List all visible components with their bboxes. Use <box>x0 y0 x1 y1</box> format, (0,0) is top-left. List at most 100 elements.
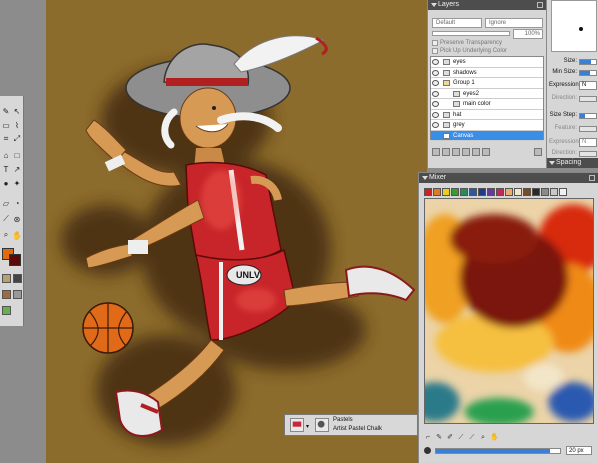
expression2-select[interactable]: N <box>579 138 597 147</box>
chevron-down-icon[interactable]: ▾ <box>306 423 309 430</box>
opacity-field[interactable]: 100% <box>513 29 543 39</box>
eye-icon[interactable] <box>432 122 439 128</box>
panel-close-icon[interactable] <box>589 175 595 181</box>
color-swatch[interactable] <box>442 188 450 196</box>
depth-method-select[interactable]: Ignore <box>485 18 543 28</box>
color-swatch[interactable] <box>496 188 504 196</box>
new-group-icon[interactable] <box>452 148 460 156</box>
direction2-slider[interactable] <box>579 151 597 157</box>
text-icon[interactable]: T <box>1 164 11 174</box>
magnifier-icon[interactable]: ⌕ <box>1 230 11 240</box>
eye-icon[interactable] <box>432 69 439 76</box>
delete-layer-icon[interactable] <box>534 148 542 156</box>
size-slider[interactable] <box>579 59 597 65</box>
pen-icon[interactable]: ⌂ <box>1 150 11 160</box>
layer-row-canvas[interactable]: Canvas <box>431 130 543 141</box>
layer-row-group-1[interactable]: Group 1 <box>431 78 543 89</box>
expand-triangle-icon[interactable] <box>549 161 555 165</box>
min-size-slider[interactable] <box>579 70 597 76</box>
color-swatch[interactable] <box>514 188 522 196</box>
pattern-selector-icon[interactable] <box>2 290 11 299</box>
color-swatch[interactable] <box>550 188 558 196</box>
preserve-transparency-option[interactable]: Preserve Transparency <box>432 40 502 46</box>
layers-title-bar[interactable]: Layers <box>428 0 546 10</box>
color-swatch[interactable] <box>532 188 540 196</box>
dropper-icon[interactable]: ⟋ <box>1 214 11 224</box>
expression-select[interactable]: N <box>579 81 597 90</box>
brush-selector-bar[interactable]: ▾ Pastels Artist Pastel Chalk <box>284 414 418 436</box>
layer-row-eyes[interactable]: eyes <box>431 57 543 68</box>
collapse-triangle-icon[interactable] <box>422 176 428 180</box>
mixer-pad[interactable] <box>424 198 594 424</box>
brush-variant-icon[interactable] <box>315 418 329 432</box>
eye-icon[interactable] <box>432 90 439 97</box>
mixer-title-bar[interactable]: Mixer <box>419 173 598 183</box>
shape-select-icon[interactable]: ↗ <box>12 164 22 174</box>
opacity-slider[interactable] <box>432 31 510 36</box>
lock-layer-icon[interactable] <box>472 148 480 156</box>
color-swatch[interactable] <box>451 188 459 196</box>
cloner-icon[interactable]: ⊛ <box>12 214 22 224</box>
direction-slider[interactable] <box>579 96 597 102</box>
panel-close-icon[interactable] <box>537 2 543 8</box>
eye-icon[interactable] <box>432 101 439 107</box>
brush-category-icon[interactable] <box>290 418 304 432</box>
color-swatch[interactable] <box>433 188 441 196</box>
layer-row-grey[interactable]: grey <box>431 120 543 131</box>
dirty-brush-icon[interactable]: ⌐ <box>424 434 432 442</box>
color-swatch[interactable] <box>541 188 549 196</box>
crop-icon[interactable]: ⌗ <box>1 134 11 144</box>
layer-commands-icon[interactable] <box>432 148 440 156</box>
pan-icon[interactable]: ✋ <box>490 434 499 442</box>
shape-icon[interactable]: □ <box>12 150 22 160</box>
burn-icon[interactable]: ◔ <box>12 198 22 208</box>
layer-row-hat[interactable]: hat <box>431 110 543 120</box>
document-canvas[interactable]: UNLV <box>46 0 427 463</box>
zoom-icon[interactable]: ⌕ <box>479 434 487 442</box>
dynamic-plugins-icon[interactable] <box>442 148 450 156</box>
mixer-brush-size-slider[interactable] <box>435 448 561 454</box>
new-layer-icon[interactable] <box>482 148 490 156</box>
color-swatch[interactable] <box>469 188 477 196</box>
color-swatch[interactable] <box>559 188 567 196</box>
lasso-icon[interactable]: ⌇ <box>12 120 22 130</box>
eye-icon[interactable] <box>432 111 439 118</box>
layer-row-eyes2[interactable]: eyes2 <box>431 89 543 99</box>
layer-row-shadows[interactable]: shadows <box>431 68 543 78</box>
spacing-section-header[interactable]: Spacing <box>547 158 598 168</box>
transform-icon[interactable]: ⤢ <box>12 134 22 144</box>
color-swatch[interactable] <box>505 188 513 196</box>
sample-color-icon[interactable]: ⟋ <box>457 434 465 442</box>
preserve-transparency-checkbox[interactable] <box>432 40 438 46</box>
layer-row-main-color[interactable]: main color <box>431 99 543 110</box>
gradient-selector-icon[interactable] <box>13 274 22 283</box>
magic-wand-icon[interactable]: ✦ <box>12 178 22 188</box>
color-swatch[interactable] <box>478 188 486 196</box>
feature-slider[interactable] <box>579 126 597 132</box>
pick-up-underlying-checkbox[interactable] <box>432 48 438 54</box>
layer-adjuster-icon[interactable]: ↖ <box>12 106 22 116</box>
sample-multiple-icon[interactable]: ⟋ <box>468 434 476 442</box>
composite-method-select[interactable]: Default <box>432 18 482 28</box>
rectangle-select-icon[interactable]: ▭ <box>1 120 11 130</box>
paper-selector-icon[interactable] <box>2 274 11 283</box>
pick-up-underlying-option[interactable]: Pick Up Underlying Color <box>432 48 507 54</box>
apply-color-icon[interactable]: ✎ <box>435 434 443 442</box>
look-selector-icon[interactable] <box>2 306 11 315</box>
additional-color-icon[interactable] <box>9 254 21 266</box>
brush-tool-icon[interactable]: ✎ <box>1 106 11 116</box>
eraser-icon[interactable]: ▱ <box>1 198 11 208</box>
mixer-brush-size-field[interactable]: 20 px <box>566 446 592 455</box>
eye-icon[interactable] <box>432 80 439 86</box>
color-swatch[interactable] <box>487 188 495 196</box>
layer-mask-icon[interactable] <box>462 148 470 156</box>
grabber-icon[interactable]: ✋ <box>12 230 22 240</box>
nozzle-selector-icon[interactable] <box>13 290 22 299</box>
size-step-slider[interactable] <box>579 113 597 119</box>
color-swatch[interactable] <box>424 188 432 196</box>
eye-icon[interactable] <box>432 59 439 65</box>
color-swatch[interactable] <box>460 188 468 196</box>
paint-bucket-icon[interactable]: ● <box>1 178 11 188</box>
color-swatch[interactable] <box>523 188 531 196</box>
mix-color-icon[interactable]: ✐ <box>446 434 454 442</box>
